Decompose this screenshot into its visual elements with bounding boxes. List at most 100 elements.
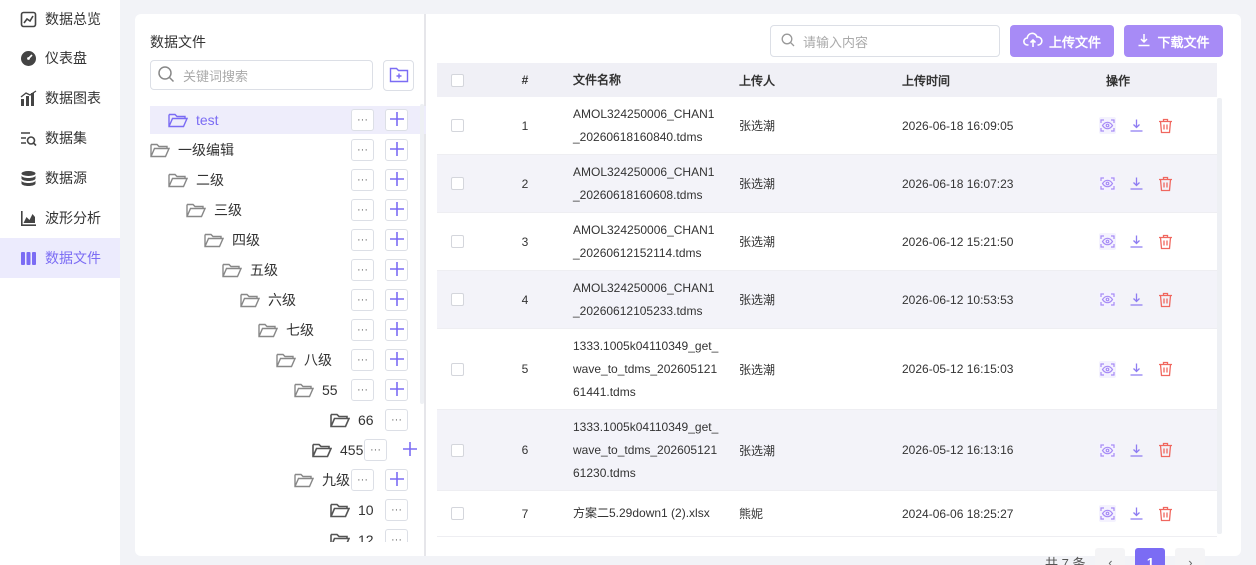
col-index: # xyxy=(521,73,529,87)
tree-scrollbar[interactable] xyxy=(420,104,424,404)
node-more-button[interactable]: ··· xyxy=(351,379,374,401)
tree-node-row[interactable]: 五级 ··· xyxy=(150,256,426,284)
node-add-button[interactable] xyxy=(398,439,421,461)
node-more-button[interactable]: ··· xyxy=(351,349,374,371)
download-icon[interactable] xyxy=(1128,291,1145,308)
tree-node-row[interactable]: 九级 ··· xyxy=(150,466,426,494)
node-more-button[interactable]: ··· xyxy=(385,499,408,521)
tree-node-row[interactable]: 六级 ··· xyxy=(150,286,426,314)
nav-item-overview[interactable]: 数据总览 xyxy=(0,0,120,38)
preview-icon[interactable] xyxy=(1099,505,1116,522)
delete-icon[interactable] xyxy=(1157,291,1174,308)
delete-icon[interactable] xyxy=(1157,175,1174,192)
node-more-button[interactable]: ··· xyxy=(385,409,408,431)
row-checkbox[interactable] xyxy=(450,119,464,132)
tree-node-row[interactable]: 455 ··· xyxy=(150,436,426,464)
download-icon[interactable] xyxy=(1128,361,1145,378)
download-icon[interactable] xyxy=(1128,117,1145,134)
tree-node-row[interactable]: 三级 ··· xyxy=(150,196,426,224)
delete-icon[interactable] xyxy=(1157,505,1174,522)
node-more-button[interactable]: ··· xyxy=(351,469,374,491)
tree-node-row[interactable]: 四级 ··· xyxy=(150,226,426,254)
file-name-line: _20260612105233.tdms xyxy=(573,303,703,318)
node-add-button[interactable] xyxy=(385,169,408,191)
delete-icon[interactable] xyxy=(1157,233,1174,250)
page-number-current[interactable]: 1 xyxy=(1135,548,1166,565)
table-row[interactable]: 2 AMOL324250006_CHAN1 _20260618160608.tdms… xyxy=(437,155,1217,213)
row-checkbox[interactable] xyxy=(450,443,464,457)
node-add-button[interactable] xyxy=(385,229,408,251)
tree-node-row[interactable]: 二级 ··· xyxy=(150,166,426,194)
upload-file-button[interactable]: 上传文件 xyxy=(1010,25,1114,57)
preview-icon[interactable] xyxy=(1099,175,1116,192)
table-row[interactable]: 5 1333.1005k04110349_get_ wave_to_tdms_202… xyxy=(437,329,1217,410)
next-page-button[interactable]: › xyxy=(1175,548,1206,565)
delete-icon[interactable] xyxy=(1157,442,1174,459)
node-more-button[interactable]: ··· xyxy=(351,109,374,131)
nav-item-dashboard[interactable]: 仪表盘 xyxy=(0,38,120,78)
nav-item-sources[interactable]: 数据源 xyxy=(0,158,120,198)
table-row[interactable]: 3 AMOL324250006_CHAN1 _20260612152114.tdms… xyxy=(437,213,1217,271)
plus-icon xyxy=(388,350,406,371)
tree-node-row[interactable]: 八级 ··· xyxy=(150,346,426,374)
tree-node-row[interactable]: 66 ··· xyxy=(150,406,426,434)
nav-item-data-files[interactable]: 数据文件 xyxy=(0,238,120,278)
tree-search-input[interactable]: 关键词搜索 xyxy=(150,60,373,90)
node-add-button[interactable] xyxy=(385,469,408,491)
node-add-button[interactable] xyxy=(385,259,408,281)
table-row[interactable]: 1 AMOL324250006_CHAN1 _20260618160840.tdms… xyxy=(437,97,1217,155)
node-more-button[interactable]: ··· xyxy=(351,169,374,191)
nav-item-datasets[interactable]: 数据集 xyxy=(0,118,120,158)
node-add-button[interactable] xyxy=(385,349,408,371)
table-scrollbar[interactable] xyxy=(1217,98,1222,534)
nav-item-waveform[interactable]: 波形分析 xyxy=(0,198,120,238)
node-more-button[interactable]: ··· xyxy=(351,319,374,341)
row-checkbox[interactable] xyxy=(450,507,464,520)
nav-item-charts[interactable]: 数据图表 xyxy=(0,78,120,118)
node-more-button[interactable]: ··· xyxy=(351,139,374,161)
preview-icon[interactable] xyxy=(1099,233,1116,250)
tree-node-row[interactable]: 七级 ··· xyxy=(150,316,426,344)
tree-node-row[interactable]: 10 ··· xyxy=(150,496,426,524)
node-more-button[interactable]: ··· xyxy=(351,229,374,251)
tree-node-row[interactable]: 55 ··· xyxy=(150,376,426,404)
tree-node-row[interactable]: 一级编辑 ··· xyxy=(150,136,426,164)
download-icon[interactable] xyxy=(1128,442,1145,459)
node-add-button[interactable] xyxy=(385,289,408,311)
node-more-button[interactable]: ··· xyxy=(364,439,387,461)
node-add-button[interactable] xyxy=(385,139,408,161)
select-all-checkbox[interactable] xyxy=(450,73,464,87)
add-folder-button[interactable] xyxy=(383,60,414,91)
file-search-input[interactable]: 请输入内容 xyxy=(770,25,1000,57)
row-checkbox[interactable] xyxy=(450,362,464,376)
table-row[interactable]: 7 方案二5.29down1 (2).xlsx 熊妮 2024-06-06 18:25… xyxy=(437,491,1217,537)
delete-icon[interactable] xyxy=(1157,117,1174,134)
main-card: 数据文件 关键词搜索 test ··· 一级编辑 ··· 二级 ··· 三级 ·… xyxy=(135,14,1241,565)
node-more-button[interactable]: ··· xyxy=(385,529,408,542)
tree-node-row[interactable]: test ··· xyxy=(150,106,426,134)
preview-icon[interactable] xyxy=(1099,117,1116,134)
row-checkbox[interactable] xyxy=(450,177,464,190)
row-checkbox[interactable] xyxy=(450,235,464,248)
tree-node-row[interactable]: 12 ··· xyxy=(150,526,426,542)
node-more-button[interactable]: ··· xyxy=(351,259,374,281)
table-row[interactable]: 4 AMOL324250006_CHAN1 _20260612105233.tdms… xyxy=(437,271,1217,329)
preview-icon[interactable] xyxy=(1099,291,1116,308)
download-icon[interactable] xyxy=(1128,233,1145,250)
node-add-button[interactable] xyxy=(385,319,408,341)
node-more-button[interactable]: ··· xyxy=(351,199,374,221)
node-more-button[interactable]: ··· xyxy=(351,289,374,311)
delete-icon[interactable] xyxy=(1157,361,1174,378)
node-add-button[interactable] xyxy=(385,199,408,221)
preview-icon[interactable] xyxy=(1099,441,1116,459)
download-icon[interactable] xyxy=(1128,175,1145,192)
node-add-button[interactable] xyxy=(385,109,408,131)
download-icon[interactable] xyxy=(1128,505,1145,522)
node-add-button[interactable] xyxy=(385,379,408,401)
prev-page-button[interactable]: ‹ xyxy=(1095,548,1126,565)
table-row[interactable]: 6 1333.1005k04110349_get_ wave_to_tdms_202… xyxy=(437,410,1217,491)
row-checkbox[interactable] xyxy=(450,293,464,306)
preview-icon[interactable] xyxy=(1099,360,1116,378)
folder-closed-icon xyxy=(330,532,351,542)
download-file-button[interactable]: 下载文件 xyxy=(1124,25,1223,57)
